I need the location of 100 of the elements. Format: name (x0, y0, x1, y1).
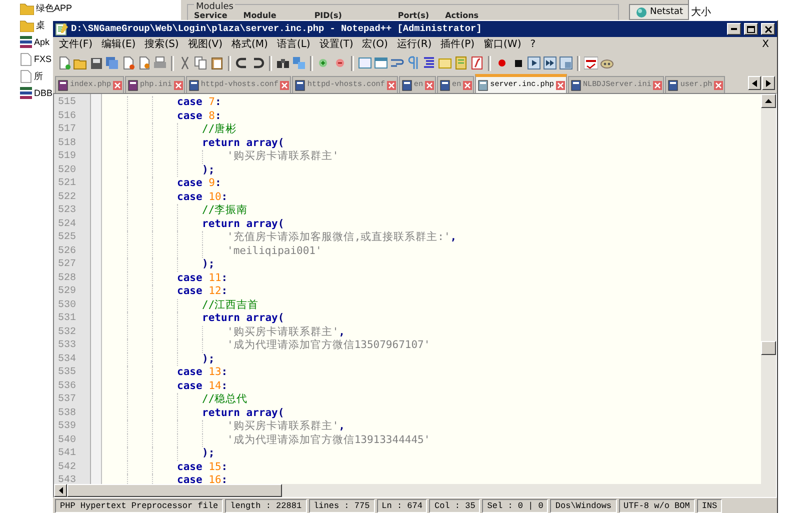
document-icon (440, 80, 450, 90)
close-button[interactable] (761, 23, 775, 35)
line-number: 541 (57, 447, 78, 460)
scroll-left-button[interactable] (748, 76, 761, 90)
code-line: //李振南 (202, 204, 248, 218)
spellcheck-icon[interactable] (584, 56, 598, 70)
new-file-icon[interactable] (57, 56, 71, 70)
menu-item[interactable]: 文件(F) (55, 38, 97, 52)
maximize-button[interactable] (744, 23, 758, 35)
line-number: 528 (57, 272, 78, 285)
play-multiple-icon[interactable] (543, 56, 557, 70)
line-number: 527 (57, 258, 78, 272)
scrollbar-thumb[interactable] (761, 341, 776, 356)
line-number: 538 (57, 406, 78, 420)
menu-item[interactable]: 设置(T) (315, 38, 358, 52)
minimize-icon (731, 28, 737, 30)
document-icon (570, 80, 581, 90)
code-line: '成为代理请添加官方微信13507967107' (227, 339, 430, 352)
document-icon (668, 80, 678, 90)
document-icon (188, 80, 199, 90)
document-icon (478, 80, 488, 90)
code-line: //稳总代 (202, 393, 248, 406)
menu-item[interactable]: 编辑(E) (98, 38, 140, 52)
close-icon[interactable] (280, 80, 290, 90)
menu-item[interactable]: 格式(M) (228, 38, 272, 52)
code-line: 'meiliqipai001' (227, 244, 322, 258)
close-icon[interactable] (463, 80, 472, 90)
horizontal-scrollbar[interactable] (54, 484, 776, 497)
minimize-button[interactable] (727, 23, 741, 35)
line-number: 522 (57, 190, 78, 204)
scroll-up-button[interactable] (761, 94, 776, 108)
menu-item[interactable]: ? (526, 38, 540, 52)
globe-icon (636, 6, 647, 18)
undo-icon[interactable] (235, 56, 249, 70)
scrollbar-thumb[interactable] (67, 484, 282, 497)
menu-item[interactable]: 插件(P) (436, 38, 479, 52)
line-number: 539 (57, 420, 78, 434)
window-title: D:\SNGameGroup\Web\Login\plaza\server.inc.php - Notepad++ [Administrator] (71, 22, 483, 36)
code-line: case 9: (177, 177, 222, 190)
close-icon[interactable] (425, 80, 434, 90)
menu-item[interactable]: 窗口(W) (480, 38, 526, 52)
code-line: '购买房卡请联系群主', (227, 420, 345, 434)
file-name[interactable]: 桌 (36, 18, 45, 32)
close-icon[interactable] (113, 80, 122, 90)
line-number: 540 (57, 434, 78, 447)
document-icon (402, 80, 412, 90)
close-all-icon[interactable] (137, 56, 151, 70)
status-field: PHP Hypertext Preprocessor file (55, 499, 224, 513)
close-icon[interactable] (714, 80, 724, 90)
redo-icon[interactable] (251, 56, 265, 70)
close-document-button[interactable]: X (756, 38, 775, 52)
column-header: Actions (445, 11, 479, 20)
menu-item[interactable]: 搜索(S) (140, 38, 183, 52)
close-icon[interactable] (556, 80, 565, 90)
binoculars-icon[interactable] (276, 56, 290, 70)
file-name[interactable]: 所 (34, 69, 43, 83)
close-icon[interactable] (653, 80, 662, 90)
close-icon[interactable] (174, 80, 183, 90)
line-number: 526 (57, 244, 78, 258)
netstat-button[interactable]: Netstat (629, 4, 690, 20)
window-icon[interactable] (374, 56, 388, 70)
file-name[interactable]: FXS (34, 52, 52, 66)
status-field: Ln : 674 (376, 499, 428, 513)
menu-item[interactable]: 视图(V) (184, 38, 226, 52)
code-line: return array( (202, 312, 284, 326)
code-line: '充值房卡请添加客服微信,或直接联系群主:', (227, 231, 457, 244)
line-number: 537 (57, 393, 78, 406)
scroll-right-button[interactable] (762, 76, 775, 90)
code-line: case 14: (177, 380, 228, 393)
document-icon (58, 80, 68, 90)
play-icon[interactable] (527, 56, 541, 70)
code-line: //江西吉首 (202, 298, 259, 312)
folder-icon (20, 18, 34, 32)
close-file-icon[interactable] (121, 56, 135, 70)
close-icon[interactable] (386, 80, 396, 90)
column-header: Module (243, 11, 276, 20)
code-line: case 15: (177, 460, 228, 474)
code-line: //唐彬 (202, 123, 237, 136)
file-name[interactable]: 绿色APP (36, 1, 72, 15)
printer-icon[interactable] (153, 56, 167, 70)
code-line: ); (202, 164, 215, 177)
vertical-scrollbar[interactable] (761, 94, 776, 484)
line-number: 516 (57, 110, 78, 123)
copy-icon[interactable] (194, 56, 208, 70)
document-icon (128, 80, 138, 90)
right-triangle-icon (766, 80, 771, 86)
scroll-left-button[interactable] (54, 484, 67, 497)
file-name[interactable]: DBB (34, 86, 53, 100)
file-name[interactable]: Apk (34, 35, 50, 49)
menu-item[interactable]: 语言(L) (272, 38, 314, 52)
menu-item[interactable]: 宏(O) (358, 38, 392, 52)
line-number: 536 (57, 380, 78, 393)
menu-item[interactable]: 运行(R) (392, 38, 436, 52)
line-number: 515 (57, 96, 78, 110)
line-number: 518 (57, 136, 78, 150)
code-line: '成为代理请添加官方微信13913344445' (227, 434, 430, 447)
line-number: 517 (57, 123, 78, 136)
status-field: Dos\Windows (550, 499, 617, 513)
save-all-icon[interactable] (105, 56, 119, 70)
status-field: length : 22881 (225, 499, 307, 513)
